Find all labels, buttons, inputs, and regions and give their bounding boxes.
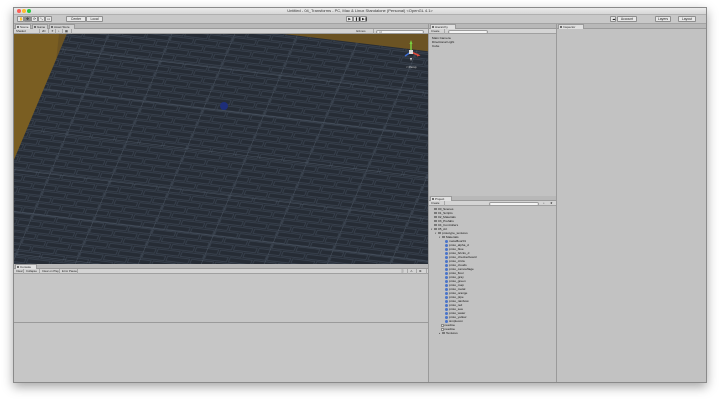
inspector-body[interactable] bbox=[557, 29, 706, 382]
main-toolbar: ✋ ✥ ⟳ ⤡ ▭ Center Local ▶ ❚❚ ▶❚ ☁ Account… bbox=[14, 15, 706, 24]
hierarchy-icon bbox=[432, 26, 434, 28]
account-dropdown[interactable]: Account bbox=[617, 16, 637, 22]
project-folder-textures[interactable]: ▸ Textures bbox=[439, 331, 458, 336]
folder-icon bbox=[442, 331, 445, 334]
rect-tool-button[interactable]: ▭ bbox=[45, 16, 52, 22]
pause-button[interactable]: ❚❚ bbox=[353, 16, 361, 22]
move-tool-button[interactable]: ✥ bbox=[24, 16, 31, 22]
folder-icon bbox=[442, 235, 445, 238]
space-toggle-button[interactable]: Local bbox=[86, 16, 103, 22]
layout-dropdown[interactable]: Layout bbox=[678, 16, 696, 22]
folder-icon bbox=[434, 223, 437, 226]
folder-icon bbox=[438, 231, 441, 234]
folder-icon bbox=[434, 227, 437, 230]
selected-object-marker[interactable] bbox=[220, 102, 228, 110]
layers-dropdown[interactable]: Layers bbox=[655, 16, 671, 22]
folder-icon bbox=[434, 211, 437, 214]
folder-icon bbox=[434, 215, 437, 218]
hierarchy-item-cube[interactable]: Cube bbox=[432, 44, 439, 48]
game-icon bbox=[34, 26, 36, 28]
scene-search-input[interactable]: All bbox=[376, 29, 424, 34]
inspector-icon bbox=[560, 26, 562, 28]
console-divider bbox=[14, 322, 428, 323]
play-button[interactable]: ▶ bbox=[346, 16, 353, 22]
project-tree[interactable]: 00_Scenes 01_Scripts 02_Materials 03_Pre… bbox=[429, 206, 556, 382]
floor-plane bbox=[14, 34, 428, 264]
folder-icon bbox=[434, 219, 437, 222]
cloud-icon[interactable]: ☁ bbox=[610, 16, 616, 22]
window-title: Untitled - 04_Transforms - PC, Mac & Lin… bbox=[287, 8, 433, 13]
project-icon bbox=[432, 198, 434, 200]
asset-store-icon bbox=[51, 26, 53, 28]
folder-icon bbox=[434, 207, 437, 210]
hierarchy-list[interactable]: Main Camera Directional Light Cube bbox=[429, 34, 556, 196]
scale-tool-button[interactable]: ⤡ bbox=[38, 16, 45, 22]
console-log-area[interactable] bbox=[14, 274, 428, 382]
scene-viewport-canvas[interactable] bbox=[14, 34, 428, 264]
hierarchy-search-input[interactable] bbox=[448, 29, 488, 34]
project-search-input[interactable] bbox=[489, 201, 539, 206]
step-button[interactable]: ▶❚ bbox=[360, 16, 367, 22]
console-icon bbox=[17, 266, 19, 268]
title-bar: Untitled - 04_Transforms - PC, Mac & Lin… bbox=[14, 8, 706, 15]
rotate-tool-button[interactable]: ⟳ bbox=[31, 16, 38, 22]
scene-icon bbox=[17, 26, 19, 28]
perspective-label[interactable]: < Persp bbox=[406, 65, 416, 69]
unity-editor-window: Untitled - 04_Transforms - PC, Mac & Lin… bbox=[13, 7, 707, 383]
hand-tool-button[interactable]: ✋ bbox=[17, 16, 24, 22]
scene-view[interactable]: < Persp bbox=[14, 34, 428, 264]
pivot-toggle-button[interactable]: Center bbox=[66, 16, 86, 22]
